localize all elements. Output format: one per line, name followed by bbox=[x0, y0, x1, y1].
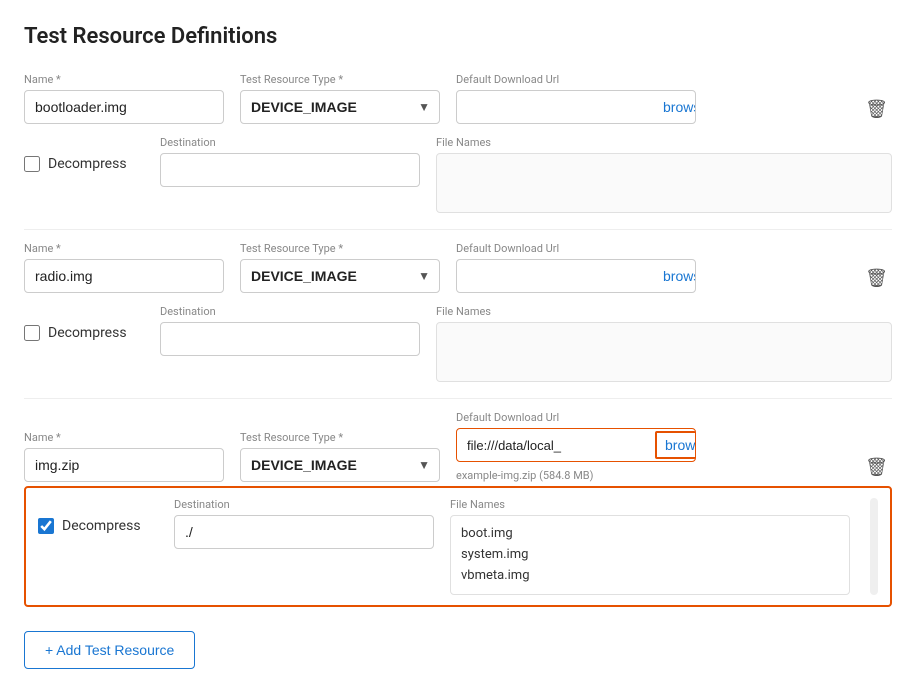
destination-label-3: Destination bbox=[174, 498, 434, 511]
name-input-3[interactable] bbox=[24, 448, 224, 482]
add-test-resource-button[interactable]: + Add Test Resource bbox=[24, 631, 195, 669]
resource-block-2: Name * Test Resource Type * DEVICE_IMAGECO… bbox=[24, 242, 892, 399]
destination-input-1[interactable] bbox=[160, 153, 420, 187]
url-field-group-3: Default Download Url browse example-img.zi… bbox=[456, 411, 696, 482]
url-input-1[interactable] bbox=[457, 92, 653, 123]
type-field-group-1: Test Resource Type * DEVICE_IMAGECONFIGSC… bbox=[240, 73, 440, 124]
filenames-label-2: File Names bbox=[436, 305, 892, 318]
decompress-label-1[interactable]: Decompress bbox=[48, 156, 127, 172]
destination-input-3[interactable] bbox=[174, 515, 434, 549]
browse-button-1[interactable]: browse bbox=[653, 91, 696, 123]
url-field-group-2: Default Download Url browse bbox=[456, 242, 696, 293]
filenames-content-3: boot.imgsystem.imgvbmeta.img bbox=[450, 515, 850, 595]
file-info-3: example-img.zip (584.8 MB) bbox=[456, 469, 696, 482]
browse-button-2[interactable]: browse bbox=[653, 260, 696, 292]
filenames-field-group-3: File Names boot.imgsystem.imgvbmeta.img bbox=[450, 498, 850, 595]
url-wrapper-3: browse bbox=[456, 428, 696, 462]
page-title: Test Resource Definitions bbox=[24, 24, 892, 49]
delete-button-2[interactable]: 🗑 bbox=[861, 261, 892, 295]
name-input-1[interactable] bbox=[24, 90, 224, 124]
decompress-checkbox-1[interactable] bbox=[24, 156, 40, 172]
name-input-2[interactable] bbox=[24, 259, 224, 293]
name-field-group-1: Name * bbox=[24, 73, 224, 124]
decompress-label-2[interactable]: Decompress bbox=[48, 325, 127, 341]
filenames-label-1: File Names bbox=[436, 136, 892, 149]
filenames-empty-2 bbox=[436, 322, 892, 382]
url-label-2: Default Download Url bbox=[456, 242, 696, 255]
decompress-checkbox-2[interactable] bbox=[24, 325, 40, 341]
url-field-group-1: Default Download Url browse bbox=[456, 73, 696, 124]
name-label-3: Name * bbox=[24, 431, 224, 444]
decompress-row-2: Decompress Destination File Names bbox=[24, 297, 892, 390]
delete-button-1[interactable]: 🗑 bbox=[861, 92, 892, 126]
url-label-3: Default Download Url bbox=[456, 411, 696, 424]
filenames-label-3: File Names bbox=[450, 498, 850, 511]
url-wrapper-2: browse bbox=[456, 259, 696, 293]
name-label-2: Name * bbox=[24, 242, 224, 255]
destination-input-2[interactable] bbox=[160, 322, 420, 356]
name-label-1: Name * bbox=[24, 73, 224, 86]
type-label-2: Test Resource Type * bbox=[240, 242, 440, 255]
browse-button-3[interactable]: browse bbox=[655, 431, 696, 459]
type-select-2[interactable]: DEVICE_IMAGECONFIGSCRIPT bbox=[240, 259, 440, 293]
type-field-group-3: Test Resource Type * DEVICE_IMAGECONFIGSC… bbox=[240, 431, 440, 482]
filenames-field-group-1: File Names bbox=[436, 136, 892, 213]
name-field-group-2: Name * bbox=[24, 242, 224, 293]
type-field-group-2: Test Resource Type * DEVICE_IMAGECONFIGSC… bbox=[240, 242, 440, 293]
destination-label-1: Destination bbox=[160, 136, 420, 149]
destination-label-2: Destination bbox=[160, 305, 420, 318]
decompress-check-1: Decompress bbox=[24, 136, 144, 172]
decompress-label-3[interactable]: Decompress bbox=[62, 518, 141, 534]
resources-container: Name * Test Resource Type * DEVICE_IMAGECO… bbox=[24, 73, 892, 607]
filenames-field-group-2: File Names bbox=[436, 305, 892, 382]
filenames-empty-1 bbox=[436, 153, 892, 213]
type-label-3: Test Resource Type * bbox=[240, 431, 440, 444]
decompress-checkbox-3[interactable] bbox=[38, 518, 54, 534]
type-select-3[interactable]: DEVICE_IMAGECONFIGSCRIPT bbox=[240, 448, 440, 482]
destination-field-group-1: Destination bbox=[160, 136, 420, 187]
decompress-check-3: Decompress bbox=[38, 498, 158, 534]
destination-field-group-3: Destination bbox=[174, 498, 434, 549]
resource-block-3: Name * Test Resource Type * DEVICE_IMAGECO… bbox=[24, 411, 892, 607]
url-wrapper-1: browse bbox=[456, 90, 696, 124]
decompress-row-3: Decompress Destination File Names boot.imgs… bbox=[24, 486, 892, 607]
scrollbar-3 bbox=[870, 498, 878, 595]
decompress-row-1: Decompress Destination File Names bbox=[24, 128, 892, 221]
delete-button-3[interactable]: 🗑 bbox=[861, 450, 892, 484]
decompress-check-2: Decompress bbox=[24, 305, 144, 341]
type-label-1: Test Resource Type * bbox=[240, 73, 440, 86]
name-field-group-3: Name * bbox=[24, 431, 224, 482]
url-input-3[interactable] bbox=[457, 430, 653, 461]
destination-field-group-2: Destination bbox=[160, 305, 420, 356]
type-select-1[interactable]: DEVICE_IMAGECONFIGSCRIPT bbox=[240, 90, 440, 124]
url-label-1: Default Download Url bbox=[456, 73, 696, 86]
url-input-2[interactable] bbox=[457, 261, 653, 292]
resource-block-1: Name * Test Resource Type * DEVICE_IMAGECO… bbox=[24, 73, 892, 230]
